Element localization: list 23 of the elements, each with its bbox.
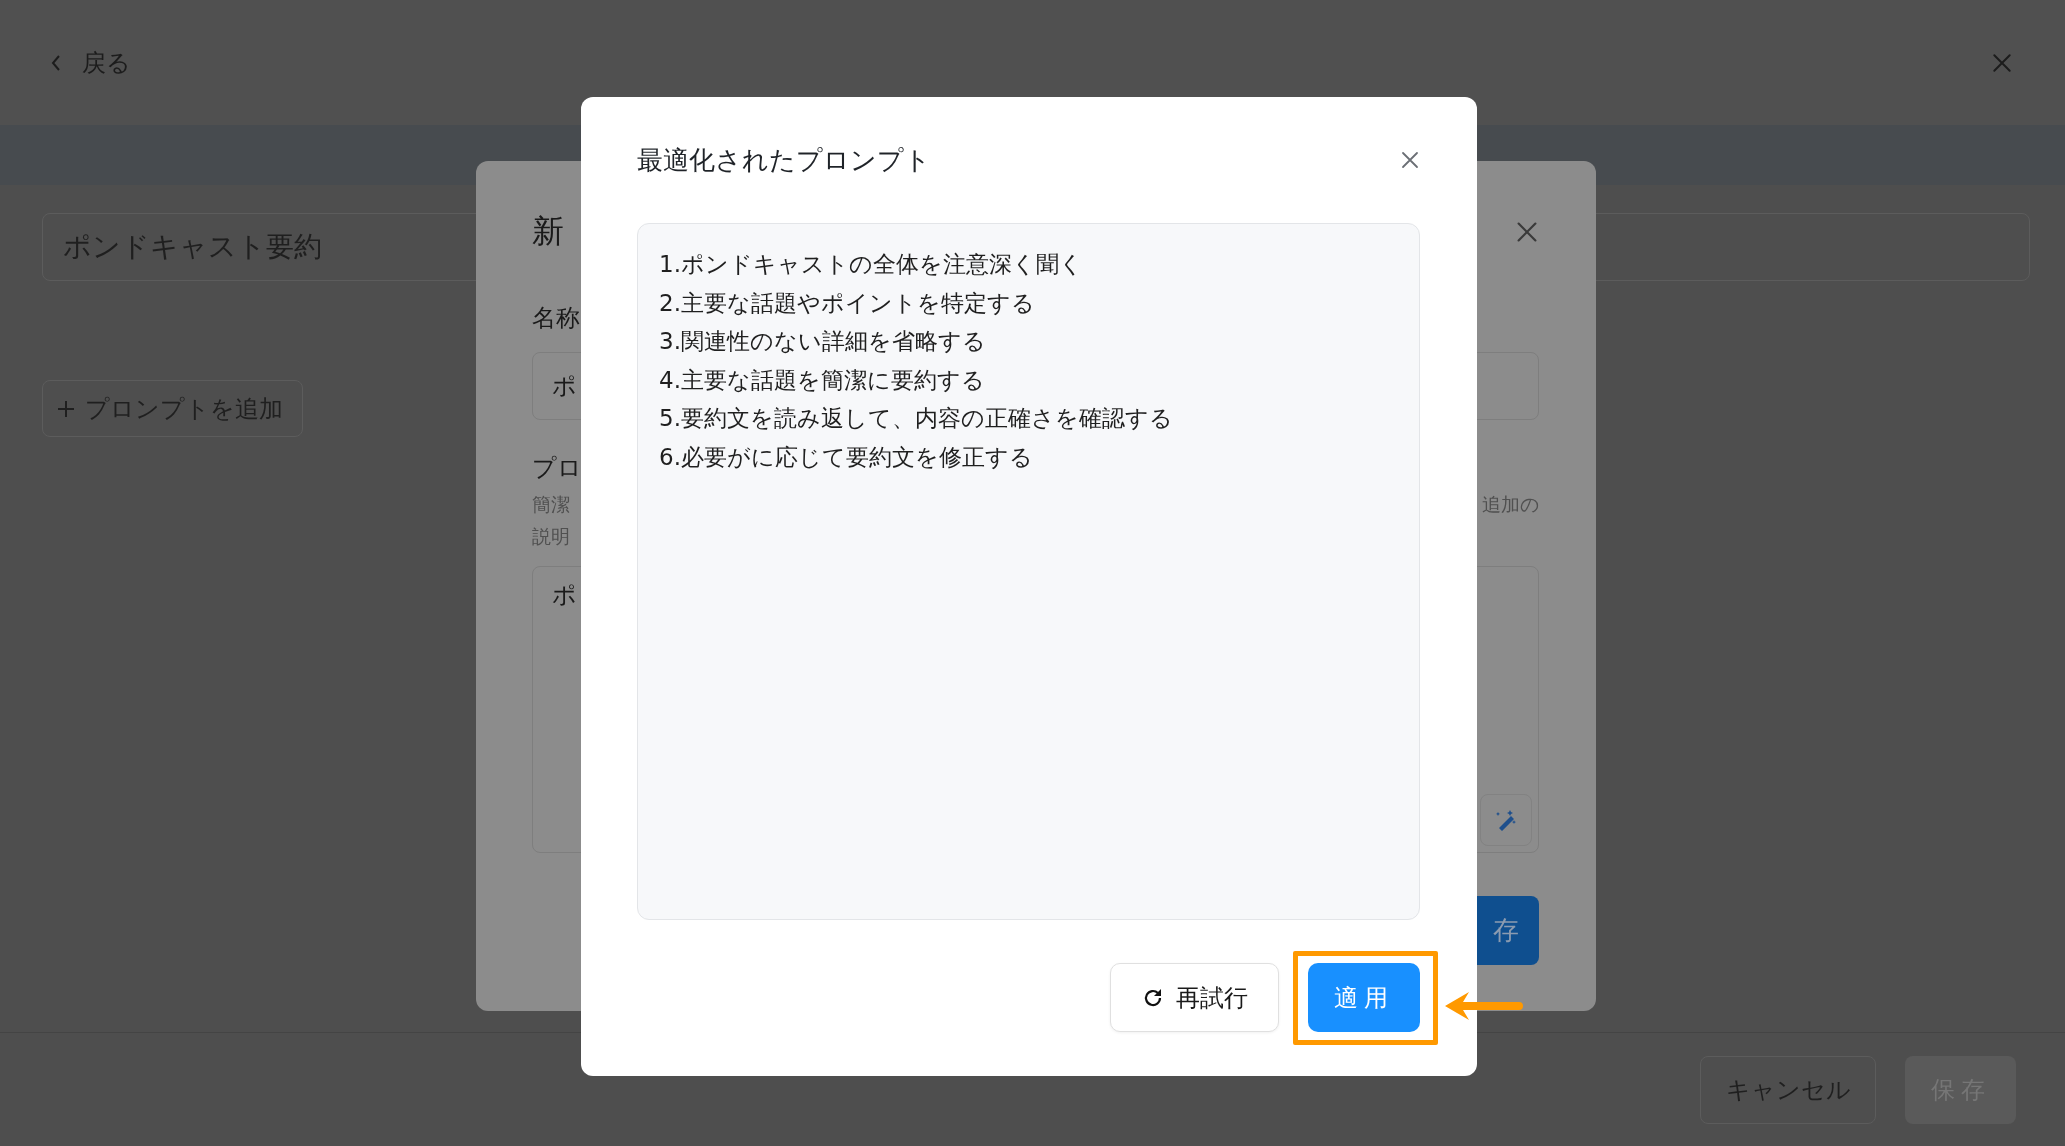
prompt-line: 3.関連性のない詳細を省略する: [659, 327, 987, 356]
magic-wand-icon: [1494, 808, 1518, 832]
dialog-title: 新: [532, 211, 564, 252]
apply-button[interactable]: 適用: [1308, 963, 1420, 1032]
prompt-line: 1.ポンドキャストの全体を注意深く聞く: [659, 250, 1084, 279]
magic-wand-button[interactable]: [1480, 794, 1532, 846]
retry-button[interactable]: 再試行: [1110, 963, 1279, 1032]
description-text: 簡潔: [532, 492, 570, 517]
close-icon[interactable]: [1991, 51, 2013, 74]
chevron-left-icon: [50, 53, 62, 72]
description-text: 追加の: [1482, 492, 1539, 517]
prompt-line: 6.必要がに応じて要約文を修正する: [659, 442, 1034, 472]
description-text: 説明: [532, 524, 570, 549]
prompt-label: プロ: [532, 453, 582, 484]
close-icon[interactable]: [1400, 150, 1420, 170]
close-icon[interactable]: [1515, 220, 1539, 244]
plus-icon: [57, 399, 75, 418]
prompt-line: 5.要約文を読み返して、内容の正確さを確認する: [659, 404, 1174, 433]
dialog-title: 最適化されたプロンプト: [637, 143, 931, 177]
prompt-line: 2.主要な話題やポイントを特定する: [659, 288, 1036, 318]
optimized-prompt-text-area[interactable]: 1.ポンドキャストの全体を注意深く聞く 2.主要な話題やポイントを特定する 3.関連性のない詳細を省略する 4.主要な話題を簡潔に要約する 5.要約文を読み返して、内容の正確さを確認する 6.必要がに応じて要約文を修正する: [637, 223, 1420, 920]
name-label: 名称: [532, 303, 580, 334]
prompt-line: 4.主要な話題を簡潔に要約する: [659, 365, 986, 395]
